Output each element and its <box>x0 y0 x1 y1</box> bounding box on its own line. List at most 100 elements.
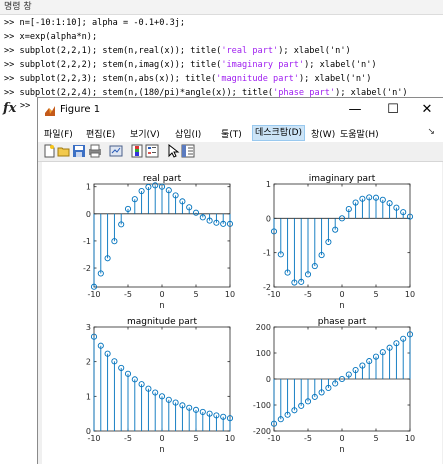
subplot-title: phase part <box>318 317 367 327</box>
new-figure-icon[interactable] <box>42 144 56 158</box>
subplot[interactable]: -10 -5 0 5 100123magnitude partn <box>86 317 235 455</box>
command-prompt: >> <box>4 18 20 28</box>
y-tick-label: 100 <box>256 349 271 358</box>
y-tick-label: 0 <box>86 427 91 436</box>
subplot[interactable]: -10 -5 0 5 10-200-1000100200phase partn <box>253 317 415 455</box>
y-tick-label: -1 <box>83 237 91 246</box>
command-text: ); xlabel('n') <box>298 74 372 84</box>
menu-item[interactable]: 편집(E) <box>86 127 115 140</box>
subplot-grid[interactable]: -10 -5 0 5 10-2-101real partn-10 -5 0 5 10-2-101… <box>42 162 442 465</box>
command-line: >> n=[-10:1:10]; alpha = -0.1+0.3j; <box>4 16 185 30</box>
menu-item[interactable]: 툴(T) <box>221 127 242 140</box>
command-prompt: >> <box>4 60 20 70</box>
pointer-icon[interactable] <box>166 144 180 158</box>
command-text: subplot(2,2,1); stem(n,real(x)); title( <box>19 46 222 56</box>
command-prompt: >> <box>4 74 20 84</box>
x-tick-label: 10 <box>405 290 415 299</box>
subplot-title: real part <box>143 174 182 184</box>
y-tick-label: -1 <box>263 249 271 258</box>
y-tick-label: 3 <box>86 323 91 332</box>
minimize-button[interactable]: — <box>340 100 370 120</box>
y-tick-label: 0 <box>266 375 271 384</box>
command-line: >> x=exp(alpha*n); <box>4 30 97 44</box>
x-tick-label: -5 <box>124 434 132 443</box>
x-tick-label: 10 <box>225 434 235 443</box>
figure-canvas[interactable]: -10 -5 0 5 10 -2 -1 0 1 real part n -10 -5 0 5 10 -2 -1 0 1… <box>42 162 442 465</box>
command-text: n=[-10:1:10]; alpha = -0.1+0.3j; <box>19 18 186 28</box>
insert-legend-icon[interactable] <box>145 144 159 158</box>
x-tick-label: 5 <box>193 434 198 443</box>
figure-title: Figure 1 <box>60 104 101 115</box>
x-tick-label: -5 <box>304 434 312 443</box>
command-string-literal: 'magnitude part' <box>216 74 299 84</box>
x-axis-label: n <box>159 445 164 455</box>
insert-colorbar-icon[interactable] <box>130 144 144 158</box>
command-prompt: >> <box>4 88 20 98</box>
x-tick-label: -10 <box>87 290 100 299</box>
command-text: subplot(2,2,2); stem(n,imag(x)); title( <box>19 60 222 70</box>
command-line: >> subplot(2,2,2); stem(n,imag(x)); titl… <box>4 58 377 72</box>
x-tick-label: 5 <box>373 434 378 443</box>
menu-item[interactable]: 파일(F) <box>44 127 73 140</box>
save-icon[interactable] <box>72 144 86 158</box>
subplot-title: imaginary part <box>309 174 376 184</box>
menu-item[interactable]: 창(W) <box>311 127 335 140</box>
y-tick-label: 0 <box>266 214 271 223</box>
y-tick-label: -2 <box>263 283 271 292</box>
property-inspector-icon[interactable] <box>181 144 195 158</box>
x-tick-label: 10 <box>225 290 235 299</box>
figure-titlebar[interactable]: Figure 1 — ☐ ✕ <box>38 98 443 124</box>
figure-toolbar <box>38 142 443 162</box>
command-string-literal: 'real part' <box>221 46 279 56</box>
y-tick-label: 200 <box>256 323 271 332</box>
open-file-icon[interactable] <box>57 144 71 158</box>
command-text: ); xlabel('n') <box>278 46 351 56</box>
menu-item[interactable]: 도움말(H) <box>340 127 379 140</box>
x-tick-label: 5 <box>193 290 198 299</box>
y-tick-label: -100 <box>253 401 271 410</box>
menu-item[interactable]: 데스크탑(D) <box>252 125 306 141</box>
command-line: >> subplot(2,2,3); stem(n,abs(x)); title… <box>4 72 371 86</box>
x-axis-label: n <box>339 445 344 455</box>
matlab-logo-icon <box>45 106 55 116</box>
close-button[interactable]: ✕ <box>412 100 442 120</box>
command-line: >> subplot(2,2,1); stem(n,real(x)); titl… <box>4 44 351 58</box>
figure-menubar: 파일(F) 편집(E) 보기(V) 삽입(I) 툴(T) 데스크탑(D) 창(W) 도움말(H… <box>38 124 443 142</box>
menu-item[interactable]: 삽입(I) <box>175 127 201 140</box>
menu-item[interactable]: 보기(V) <box>130 127 160 140</box>
x-tick-label: 0 <box>339 290 344 299</box>
x-tick-label: 5 <box>373 290 378 299</box>
y-tick-label: 1 <box>86 392 91 401</box>
command-window-title: 명령 창 <box>0 0 443 15</box>
subplot[interactable]: -10 -5 0 5 10-2-101real partn <box>83 174 235 311</box>
command-text: x=exp(alpha*n); <box>19 32 98 42</box>
x-axis-label: n <box>339 301 344 311</box>
print-icon[interactable] <box>88 144 102 158</box>
command-prompt: >> <box>4 32 20 42</box>
y-tick-label: 1 <box>266 180 271 189</box>
x-tick-label: 0 <box>159 434 164 443</box>
dock-arrow-icon[interactable]: ↘ <box>427 127 435 137</box>
y-tick-label: 1 <box>86 183 91 192</box>
x-tick-label: -5 <box>124 290 132 299</box>
x-tick-label: -5 <box>304 290 312 299</box>
figure-window[interactable]: Figure 1 — ☐ ✕ 파일(F) 편집(E) 보기(V) 삽입(I) 툴(T) 데… <box>37 97 443 465</box>
subplot-title: magnitude part <box>127 317 197 327</box>
y-tick-label: 2 <box>86 358 91 367</box>
y-tick-label: -200 <box>253 427 271 436</box>
subplot[interactable]: -10 -5 0 5 10-2-101imaginary partn <box>263 174 415 311</box>
y-tick-label: 0 <box>86 210 91 219</box>
x-tick-label: 10 <box>405 434 415 443</box>
link-plot-icon[interactable] <box>109 144 123 158</box>
command-prompt: >> <box>4 46 20 56</box>
maximize-button[interactable]: ☐ <box>378 100 408 120</box>
x-tick-label: 0 <box>339 434 344 443</box>
command-prompt[interactable]: >> <box>20 101 30 111</box>
x-tick-label: 0 <box>159 290 164 299</box>
command-text: subplot(2,2,3); stem(n,abs(x)); title( <box>19 74 217 84</box>
x-axis-label: n <box>159 301 164 311</box>
command-string-literal: 'imaginary part' <box>221 60 305 70</box>
fx-icon[interactable]: fx <box>3 101 16 116</box>
y-tick-label: -2 <box>83 264 91 273</box>
command-text: ); xlabel('n') <box>304 60 377 70</box>
